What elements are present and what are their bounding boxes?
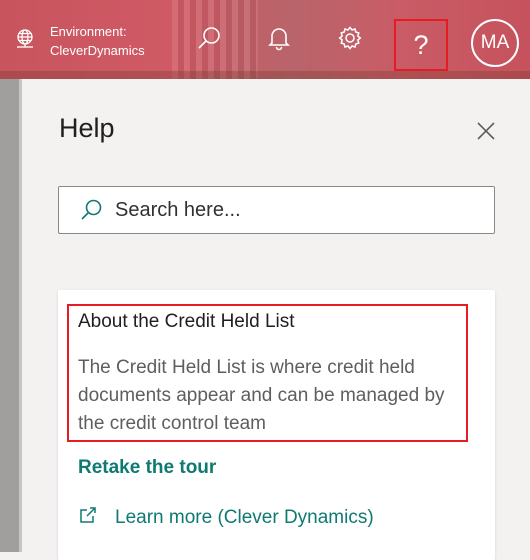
- panel-title: Help: [59, 113, 115, 143]
- environment-name: CleverDynamics: [50, 43, 145, 58]
- globe-icon: [14, 28, 36, 55]
- bell-icon: [267, 25, 291, 56]
- search-box[interactable]: [58, 186, 495, 234]
- environment-indicator[interactable]: Environment: CleverDynamics: [14, 22, 145, 60]
- external-link-icon: [78, 505, 115, 531]
- help-button[interactable]: ?: [394, 19, 448, 71]
- avatar[interactable]: MA: [471, 19, 519, 67]
- environment-text: Environment: CleverDynamics: [50, 22, 145, 60]
- learn-more-label: Learn more (Clever Dynamics): [115, 507, 374, 528]
- gear-icon: [337, 25, 363, 56]
- about-title: About the Credit Held List: [78, 311, 295, 332]
- banner-shade: [0, 71, 530, 79]
- about-description: The Credit Held List is where credit hel…: [78, 357, 445, 434]
- search-icon: [196, 25, 222, 56]
- top-bar: Environment: CleverDynamics ? MA: [0, 0, 530, 79]
- learn-more-link[interactable]: Learn more (Clever Dynamics): [78, 505, 374, 531]
- search-icon: [79, 198, 103, 222]
- help-icon: ?: [413, 29, 429, 60]
- notifications-button[interactable]: [259, 20, 299, 60]
- avatar-initials: MA: [480, 32, 510, 53]
- background-page-edge: [0, 79, 22, 552]
- settings-button[interactable]: [330, 20, 370, 60]
- environment-label: Environment:: [50, 24, 127, 39]
- help-panel: Help About the Credit Held List The Cred…: [22, 79, 530, 560]
- retake-tour-link[interactable]: Retake the tour: [78, 457, 216, 479]
- close-icon: [474, 122, 498, 147]
- close-button[interactable]: [474, 119, 498, 143]
- search-button[interactable]: [189, 20, 229, 60]
- search-input[interactable]: [113, 197, 477, 223]
